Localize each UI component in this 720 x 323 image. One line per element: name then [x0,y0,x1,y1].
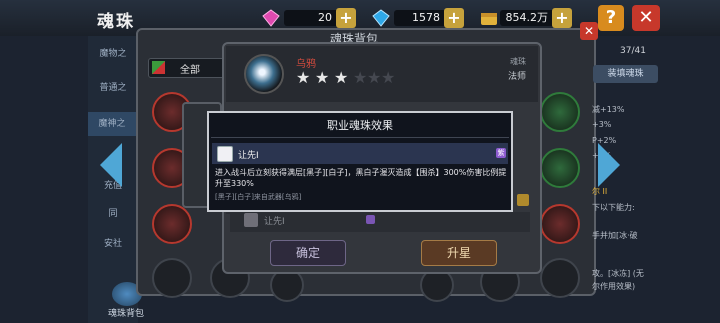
sidebar-item-1[interactable]: 魔物之 [88,46,138,59]
page-title: 魂珠 [97,12,135,32]
pink-gem-value: 20 [318,11,332,24]
star-empty-icon: ★ [381,68,396,87]
upgrade-star-button[interactable]: 升星 [421,240,497,266]
arrow-left-icon[interactable] [100,143,122,187]
pink-gem-balance: 20 + [284,8,356,28]
star-empty-icon: ★ [353,68,368,87]
stat-line: 手并加[冰·破 [592,231,638,240]
help-button[interactable]: ? [598,5,624,31]
orb-class-label: 法师 [508,72,527,82]
sidebar-item-6[interactable]: 安社 [88,236,138,249]
star-empty-icon: ★ [367,68,382,87]
divider [211,137,509,138]
close-bag-button[interactable]: ✕ [580,22,598,40]
add-pink-gem-button[interactable]: + [336,8,356,28]
sidebar-item-2[interactable]: 普通之 [88,80,138,93]
sidebar-item-3[interactable]: 魔神之 [88,112,136,136]
filter-label: 全部 [180,65,200,76]
faded-skill-name: 让先Ⅰ [264,217,285,227]
orb-slot[interactable] [540,258,580,298]
skill-name: 让先Ⅰ [238,151,259,161]
gold-value: 854.2万 [505,11,549,24]
stat-line: 尔 II [592,187,608,196]
orb-slot[interactable] [152,204,192,244]
skill-icon [244,213,258,227]
gold-balance: 854.2万 + [500,8,572,28]
soul-bag-label[interactable]: 魂珠背包 [108,306,144,319]
orb-slot[interactable] [540,92,580,132]
purple-badge-icon [366,215,375,224]
blue-gem-balance: 1578 + [394,8,464,28]
blue-gem-icon [372,9,390,27]
pink-gem-icon [262,9,280,27]
orb-slot[interactable] [152,258,192,298]
skill-icon [217,146,233,162]
orb-type-label: 魂珠 [510,57,526,66]
dialog-title: 职业魂珠效果 [327,119,393,132]
add-gold-button[interactable]: + [552,8,572,28]
filter-icon [152,61,165,74]
skill-description: 进入战斗后立刻获得满层[黑子][白子]，黑白子渥灭造成【围杀】300%伤害比例提… [215,168,507,188]
star-icon: ★ [334,68,349,87]
stat-line: 尔作用效果) [592,282,636,291]
sidebar-item-5[interactable]: 同 [88,206,138,219]
star-icon: ★ [296,68,311,87]
add-blue-gem-button[interactable]: + [444,8,464,28]
stat-line: 攻。[冰冻] (无 [592,269,644,278]
orb-icon [244,54,284,94]
close-button[interactable]: ✕ [632,5,660,31]
stat-line: +3% [592,120,612,129]
skill-source: [黑子][白子]来自武器[乌鸦] [215,193,302,201]
stat-line: 下以下能力: [592,203,635,212]
purple-badge-icon: 紫 [496,148,506,158]
confirm-button[interactable]: 确定 [270,240,346,266]
gold-chest-icon [480,9,498,27]
equip-orb-button[interactable]: 装填魂珠 [593,65,658,83]
orb-slot[interactable] [540,204,580,244]
orb-count: 37/41 [620,46,646,56]
stat-line: 减+13% [592,105,625,114]
gold-chip-icon [517,194,529,206]
star-icon: ★ [315,68,330,87]
arrow-right-icon[interactable] [598,143,620,187]
blue-gem-value: 1578 [412,11,440,24]
orb-slot[interactable] [540,148,580,188]
